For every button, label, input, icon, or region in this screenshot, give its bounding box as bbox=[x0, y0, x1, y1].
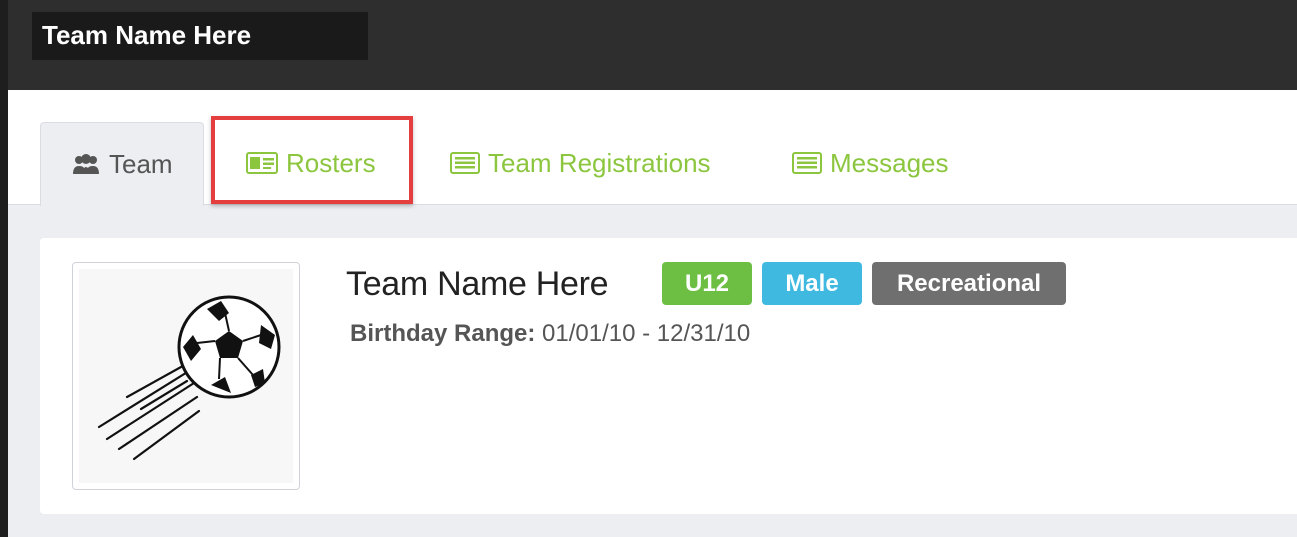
tab-team[interactable]: Team bbox=[40, 122, 204, 206]
users-icon bbox=[71, 152, 101, 178]
age-badge: U12 bbox=[662, 262, 752, 305]
birthday-range-label: Birthday Range: bbox=[350, 320, 536, 347]
tab-rosters-label: Rosters bbox=[286, 147, 376, 178]
level-badge: Recreational bbox=[872, 262, 1066, 305]
tab-team-label: Team bbox=[109, 149, 173, 179]
tab-messages[interactable]: Messages bbox=[792, 122, 949, 204]
birthday-range: Birthday Range: 01/01/10 - 12/31/10 bbox=[350, 320, 750, 348]
soccer-ball-logo bbox=[97, 295, 281, 461]
list-icon bbox=[450, 152, 480, 174]
gender-badge: Male bbox=[762, 262, 862, 305]
list-icon bbox=[792, 152, 822, 174]
window-left-edge bbox=[0, 0, 8, 537]
team-name: Team Name Here bbox=[346, 265, 609, 303]
birthday-range-value: 01/01/10 - 12/31/10 bbox=[542, 320, 751, 347]
header-title: Team Name Here bbox=[32, 12, 368, 60]
id-card-icon bbox=[246, 152, 278, 174]
tab-team-registrations[interactable]: Team Registrations bbox=[450, 122, 711, 204]
team-logo bbox=[72, 262, 300, 490]
tab-team-registrations-label: Team Registrations bbox=[488, 147, 711, 178]
tab-rosters[interactable]: Rosters bbox=[246, 122, 376, 204]
tab-messages-label: Messages bbox=[830, 147, 949, 178]
